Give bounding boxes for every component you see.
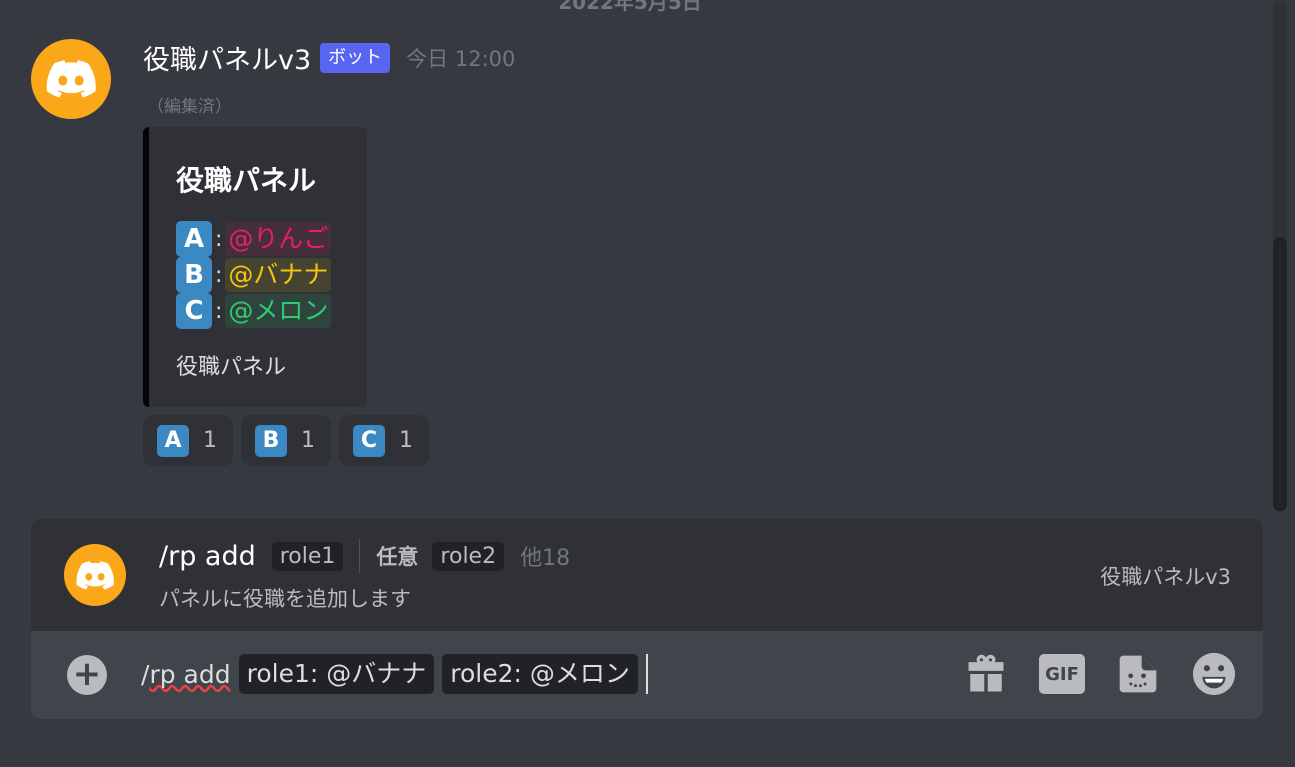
regional-c-icon: C <box>176 293 212 329</box>
reaction-count: 1 <box>301 428 315 453</box>
gift-button[interactable] <box>963 651 1009 697</box>
command-app-name: 役職パネルv3 <box>1100 565 1231 589</box>
param-pill-role2[interactable]: role2: @メロン <box>442 654 638 694</box>
edited-label: （編集済） <box>147 97 232 117</box>
gift-icon <box>968 654 1004 692</box>
role-mention-banana[interactable]: @バナナ <box>225 258 332 292</box>
role-line-c: C : @メロン <box>176 293 367 329</box>
username[interactable]: 役職パネルv3 <box>143 38 311 77</box>
plus-icon: + <box>72 653 102 694</box>
reaction-count: 1 <box>399 428 413 453</box>
message-header: 役職パネルv3 ボット 今日 12:00 <box>143 38 515 77</box>
more-options-count: 他18 <box>520 546 571 571</box>
command-suggestion-panel: /rp add role1 任意 role2 他18 パネルに役職を追加します … <box>31 519 1263 719</box>
command-title-row[interactable]: /rp add role1 任意 role2 他18 <box>159 539 570 573</box>
sticker-button[interactable] <box>1115 651 1161 697</box>
text-caret <box>645 654 648 694</box>
timestamp[interactable]: 今日 12:00 <box>406 43 515 73</box>
role-line-a: A : @りんご <box>176 221 367 257</box>
scrollbar-thumb[interactable] <box>1273 237 1287 511</box>
embed-title: 役職パネル <box>176 164 317 197</box>
discord-logo-icon <box>46 60 96 98</box>
param-pill-role1[interactable]: role1: @バナナ <box>238 654 435 694</box>
embed-description: 役職パネル <box>176 355 287 380</box>
reactions: A 1 B 1 C 1 <box>143 415 429 466</box>
reaction-c[interactable]: C 1 <box>339 415 429 466</box>
role-mention-apple[interactable]: @りんご <box>225 222 332 256</box>
command-input-word: rp add <box>149 659 231 689</box>
command-name: /rp add <box>159 540 256 572</box>
regional-c-icon: C <box>353 424 385 457</box>
message-composer[interactable]: + /rp add role1: @バナナ role2: @メロン GIF <box>31 631 1263 719</box>
required-option-tag: role1 <box>271 541 344 571</box>
optional-option-tag: role2 <box>432 541 505 571</box>
bot-tag: ボット <box>320 42 391 73</box>
command-app-avatar <box>64 544 126 606</box>
regional-a-icon: A <box>157 424 189 457</box>
sticker-icon <box>1119 655 1157 693</box>
role-colon: : <box>215 226 223 252</box>
add-attachment-button[interactable]: + <box>67 655 107 695</box>
message-input[interactable]: /rp add role1: @バナナ role2: @メロン <box>141 653 648 695</box>
date-divider: 2022年5月5日 <box>558 0 702 14</box>
regional-b-icon: B <box>176 257 212 293</box>
emoji-icon <box>1192 652 1236 696</box>
bot-avatar[interactable] <box>31 39 111 119</box>
role-mention-melon[interactable]: @メロン <box>225 294 332 328</box>
role-colon: : <box>215 298 223 324</box>
emoji-button[interactable] <box>1191 651 1237 697</box>
gif-icon: GIF <box>1039 654 1085 694</box>
reaction-a[interactable]: A 1 <box>143 415 233 466</box>
role-line-b: B : @バナナ <box>176 257 367 293</box>
discord-logo-icon <box>76 560 114 590</box>
regional-b-icon: B <box>255 424 287 457</box>
command-input-text: /rp add <box>141 659 231 689</box>
gif-button[interactable]: GIF <box>1039 651 1085 697</box>
embed: 役職パネル A : @りんご B : @バナナ C : @メロン 役職パネル <box>143 127 367 407</box>
reaction-count: 1 <box>203 428 217 453</box>
regional-a-icon: A <box>176 221 212 257</box>
reaction-b[interactable]: B 1 <box>241 415 331 466</box>
role-colon: : <box>215 262 223 288</box>
optional-label: 任意 <box>376 545 419 569</box>
option-divider <box>359 539 361 573</box>
composer-toolbar: GIF <box>963 651 1237 697</box>
command-description: パネルに役職を追加します <box>159 587 411 611</box>
